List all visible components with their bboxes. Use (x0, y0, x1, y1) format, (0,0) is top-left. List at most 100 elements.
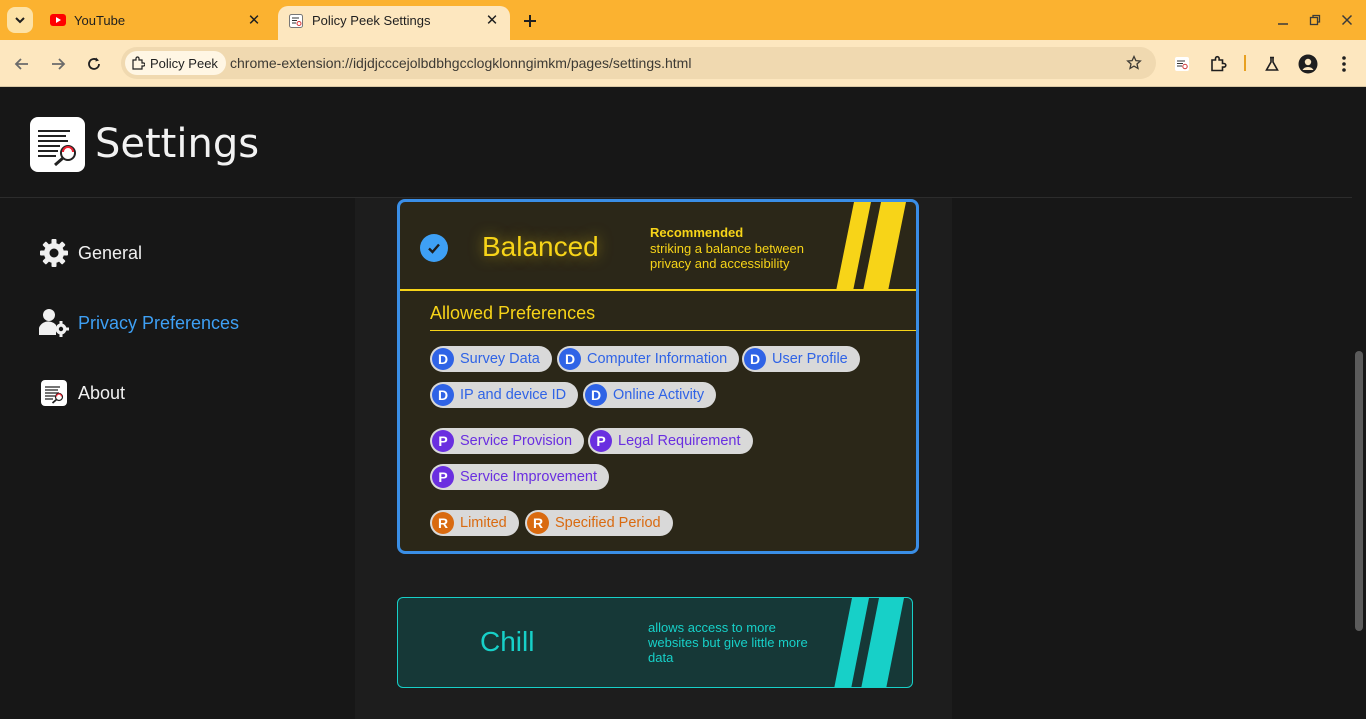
pref-pill-service-improvement: P Service Improvement (430, 464, 609, 490)
pill-label: Service Provision (460, 433, 573, 449)
policy-peek-icon (288, 13, 304, 29)
extensions-button[interactable] (1206, 52, 1230, 76)
url-text[interactable]: chrome-extension://idjdjcccejolbdbhgcclo… (230, 55, 691, 71)
pref-pill-ip-and-device-id: D IP and device ID (430, 382, 579, 408)
data-badge: D (432, 384, 454, 406)
extension-icon (132, 56, 145, 70)
close-icon (1341, 14, 1353, 26)
browser-toolbar: Policy Peek chrome-extension://idjdjccce… (0, 40, 1366, 87)
close-icon[interactable]: ✕ (244, 10, 264, 30)
retention-badge: R (527, 512, 549, 534)
pill-label: Specified Period (555, 515, 661, 531)
arrow-left-icon (14, 58, 28, 70)
pill-label: IP and device ID (460, 387, 567, 403)
selected-check-icon (420, 234, 448, 262)
user-gear-icon (39, 308, 69, 338)
data-badge: D (744, 348, 766, 370)
restore-button[interactable] (1304, 10, 1326, 30)
chill-preset-card[interactable]: Chill allows access to more websites but… (397, 597, 913, 688)
toolbar-divider (1244, 55, 1246, 71)
tab-strip: YouTube ✕ Policy Peek Settings ✕ (0, 0, 1366, 40)
menu-button[interactable] (1332, 52, 1356, 76)
decorative-stripes (834, 598, 904, 687)
plus-icon (524, 15, 536, 27)
purpose-badge: P (432, 430, 454, 452)
data-badge: D (559, 348, 581, 370)
pill-label: Survey Data (460, 351, 540, 367)
site-chip-label: Policy Peek (150, 55, 218, 71)
page-header: Settings (0, 87, 1366, 198)
close-window-button[interactable] (1336, 10, 1358, 30)
tab-youtube[interactable]: YouTube ✕ (40, 6, 272, 34)
recommended-label: Recommended (650, 225, 744, 240)
policy-peek-icon (39, 378, 69, 408)
pref-pill-service-provision: P Service Provision (430, 428, 585, 454)
policy-peek-extension-button[interactable] (1170, 52, 1194, 76)
arrow-right-icon (52, 58, 66, 70)
pref-pill-user-profile: D User Profile (742, 346, 860, 372)
pill-label: User Profile (772, 351, 848, 367)
chevron-down-icon (15, 17, 25, 24)
scrollbar-thumb[interactable] (1355, 351, 1363, 631)
preset-name: Chill (480, 626, 535, 657)
address-bar[interactable]: Policy Peek chrome-extension://idjdjccce… (121, 47, 1156, 79)
youtube-icon (50, 12, 66, 28)
settings-page: Settings General Privacy Preferences Abo… (0, 87, 1366, 719)
pref-pill-legal-requirement: P Legal Requirement (588, 428, 753, 454)
minimize-button[interactable] (1272, 10, 1294, 30)
tab-search-button[interactable] (7, 7, 33, 33)
tab-policy-peek-settings[interactable]: Policy Peek Settings ✕ (278, 6, 510, 40)
decorative-stripes (836, 202, 906, 291)
flask-icon (1265, 56, 1279, 71)
gear-icon (39, 238, 69, 268)
balanced-card-header: Balanced Recommended striking a balance … (400, 202, 916, 291)
avatar-icon (1298, 54, 1318, 74)
pref-pill-survey-data: D Survey Data (430, 346, 552, 372)
more-vert-icon (1342, 56, 1346, 72)
pref-pill-limited: R Limited (430, 510, 519, 536)
sidebar-item-label: General (78, 242, 143, 263)
tab-title: YouTube (74, 12, 126, 28)
data-badge: D (432, 348, 454, 370)
purpose-badge: P (432, 466, 454, 488)
pref-pill-computer-information: D Computer Information (557, 346, 740, 372)
tab-title: Policy Peek Settings (312, 13, 431, 28)
labs-button[interactable] (1260, 52, 1284, 76)
new-tab-button[interactable] (518, 9, 542, 33)
puzzle-icon (1211, 55, 1227, 72)
sidebar-item-label: About (78, 382, 126, 403)
allowed-preferences-heading: Allowed Preferences (430, 303, 596, 323)
forward-button[interactable] (46, 52, 70, 76)
reload-button[interactable] (82, 52, 106, 76)
sidebar-item-about[interactable]: About (39, 378, 125, 408)
minimize-icon (1278, 23, 1288, 25)
pill-label: Legal Requirement (618, 433, 741, 449)
pill-label: Online Activity (613, 387, 705, 403)
policy-peek-icon (1175, 57, 1189, 71)
sidebar-item-general[interactable]: General (39, 238, 142, 268)
preset-name: Balanced (482, 231, 599, 262)
bookmark-star-icon[interactable] (1124, 53, 1144, 73)
preset-description: striking a balance between privacy and a… (650, 241, 804, 271)
back-button[interactable] (10, 52, 34, 76)
balanced-preset-card[interactable]: Balanced Recommended striking a balance … (397, 199, 919, 554)
page-scrollbar[interactable] (1352, 87, 1366, 719)
divider (430, 330, 916, 331)
close-icon[interactable]: ✕ (482, 10, 502, 30)
data-badge: D (585, 384, 607, 406)
privacy-preferences-panel: Balanced Recommended striking a balance … (355, 198, 952, 719)
site-chip[interactable]: Policy Peek (125, 51, 226, 75)
profile-button[interactable] (1296, 52, 1320, 76)
policy-peek-logo (30, 117, 85, 172)
restore-icon (1309, 14, 1321, 26)
pill-label: Service Improvement (460, 469, 597, 485)
sidebar-item-label: Privacy Preferences (78, 312, 240, 333)
pill-label: Limited (460, 515, 507, 531)
preset-description: allows access to more websites but give … (648, 620, 808, 665)
sidebar-item-privacy-preferences[interactable]: Privacy Preferences (39, 308, 239, 338)
reload-icon (88, 57, 100, 70)
page-title: Settings (95, 121, 260, 167)
pill-label: Computer Information (587, 351, 728, 367)
purpose-badge: P (590, 430, 612, 452)
pref-pill-specified-period: R Specified Period (525, 510, 673, 536)
